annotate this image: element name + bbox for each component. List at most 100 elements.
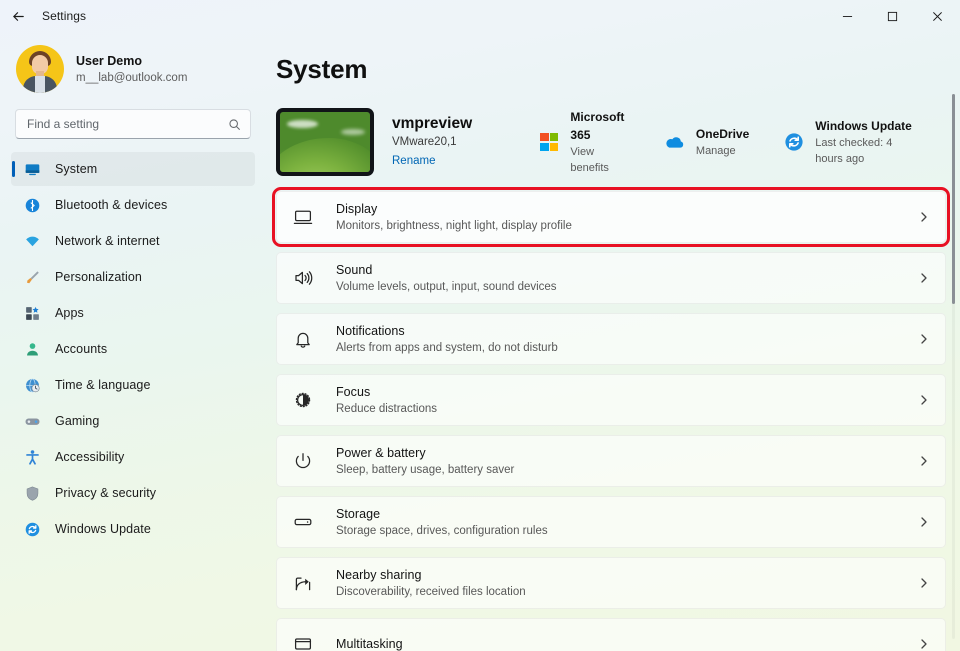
multitasking-icon xyxy=(290,631,316,651)
sidebar-item-apps[interactable]: Apps xyxy=(11,296,255,330)
card-subtitle: Alerts from apps and system, do not dist… xyxy=(336,341,558,354)
quick-link-subtitle: Last checked: 4 hours ago xyxy=(815,137,893,165)
sidebar-item-system[interactable]: System xyxy=(11,152,255,186)
app-title: Settings xyxy=(42,9,87,23)
avatar xyxy=(16,45,64,93)
sidebar-item-label: Time & language xyxy=(55,378,151,392)
settings-card-notifications[interactable]: Notifications Alerts from apps and system… xyxy=(276,313,946,365)
sidebar-item-label: Gaming xyxy=(55,414,100,428)
card-subtitle: Sleep, battery usage, battery saver xyxy=(336,463,515,476)
account-name: User Demo xyxy=(76,53,142,68)
sidebar-item-label: Privacy & security xyxy=(55,486,157,500)
chevron-right-icon xyxy=(918,638,930,650)
quick-link-onedrive[interactable]: OneDrive Manage xyxy=(658,121,755,163)
settings-card-storage[interactable]: Storage Storage space, drives, configurat… xyxy=(276,496,946,548)
card-title: Notifications xyxy=(336,323,405,338)
sidebar-item-gaming[interactable]: Gaming xyxy=(11,404,255,438)
card-title: Multitasking xyxy=(336,636,403,651)
card-subtitle: Volume levels, output, input, sound devi… xyxy=(336,280,557,293)
search-input[interactable] xyxy=(27,117,228,131)
quick-link-subtitle: View benefits xyxy=(570,146,609,174)
scrollbar-track[interactable] xyxy=(952,94,955,639)
account-tile[interactable]: User Demo m__lab@outlook.com xyxy=(11,32,255,109)
sidebar-item-windows-update[interactable]: Windows Update xyxy=(11,512,255,546)
quick-link-microsoft-365[interactable]: Microsoft 365 View benefits xyxy=(532,104,636,180)
apps-grid-icon xyxy=(23,304,41,322)
quick-link-windows-update[interactable]: Windows Update Last checked: 4 hours ago xyxy=(777,113,924,171)
device-thumbnail xyxy=(276,108,374,176)
sidebar-item-bluetooth-devices[interactable]: Bluetooth & devices xyxy=(11,188,255,222)
sidebar-item-label: Accessibility xyxy=(55,450,125,464)
search-box[interactable] xyxy=(15,109,251,139)
chevron-right-icon xyxy=(918,211,930,223)
chevron-right-icon xyxy=(918,577,930,589)
rename-link[interactable]: Rename xyxy=(392,153,435,170)
card-title: Display xyxy=(336,201,378,216)
settings-card-focus[interactable]: Focus Reduce distractions xyxy=(276,374,946,426)
sidebar-item-accounts[interactable]: Accounts xyxy=(11,332,255,366)
title-bar: Settings xyxy=(0,0,960,32)
search-icon xyxy=(229,118,240,130)
sidebar-item-label: System xyxy=(55,162,98,176)
account-email: m__lab@outlook.com xyxy=(76,71,188,84)
close-button[interactable] xyxy=(915,0,960,32)
device-model: VMware20,1 xyxy=(392,136,457,148)
device-summary: vmpreview VMware20,1 Rename Microsoft 36… xyxy=(276,107,946,177)
sidebar-item-label: Bluetooth & devices xyxy=(55,198,168,212)
monitor-icon xyxy=(290,204,316,230)
card-subtitle: Reduce distractions xyxy=(336,402,437,415)
sidebar-item-personalization[interactable]: Personalization xyxy=(11,260,255,294)
settings-card-multitasking[interactable]: Multitasking xyxy=(276,618,946,651)
sidebar-nav: System Bluetooth & devices Network & inter… xyxy=(11,152,255,546)
accessibility-icon xyxy=(23,448,41,466)
windows-update-icon xyxy=(783,131,805,153)
minimize-icon xyxy=(842,15,853,17)
quick-links: Microsoft 365 View benefits OneDrive Manage… xyxy=(532,104,946,180)
chevron-right-icon xyxy=(918,333,930,345)
settings-card-power-battery[interactable]: Power & battery Sleep, battery usage, bat… xyxy=(276,435,946,487)
system-monitor-icon xyxy=(23,160,41,178)
device-name: vmpreview xyxy=(392,115,473,132)
quick-link-subtitle: Manage xyxy=(695,145,736,157)
settings-card-list: Display Monitors, brightness, night light… xyxy=(272,187,950,651)
shield-icon xyxy=(23,484,41,502)
back-button[interactable] xyxy=(0,0,36,32)
bliss-wallpaper-thumbnail xyxy=(280,112,370,172)
sidebar-item-label: Apps xyxy=(55,306,84,320)
settings-card-display[interactable]: Display Monitors, brightness, night light… xyxy=(272,187,950,247)
settings-card-sound[interactable]: Sound Volume levels, output, input, sound… xyxy=(276,252,946,304)
settings-card-nearby-sharing[interactable]: Nearby sharing Discoverability, received … xyxy=(276,557,946,609)
card-title: Sound xyxy=(336,262,373,277)
windows-update-icon xyxy=(23,520,41,538)
minimize-button[interactable] xyxy=(825,0,870,32)
card-title: Power & battery xyxy=(336,445,426,460)
sidebar-item-accessibility[interactable]: Accessibility xyxy=(11,440,255,474)
share-icon xyxy=(290,570,316,596)
card-subtitle: Discoverability, received files location xyxy=(336,585,526,598)
close-icon xyxy=(933,11,942,21)
sidebar-item-label: Network & internet xyxy=(55,234,160,248)
sidebar-item-network-internet[interactable]: Network & internet xyxy=(11,224,255,258)
scrollbar-thumb[interactable] xyxy=(952,94,955,304)
sidebar-item-label: Windows Update xyxy=(55,522,151,536)
maximize-button[interactable] xyxy=(870,0,915,32)
sidebar-item-privacy-security[interactable]: Privacy & security xyxy=(11,476,255,510)
page-title: System xyxy=(276,54,368,84)
sidebar-item-label: Personalization xyxy=(55,270,142,284)
card-title: Storage xyxy=(336,506,381,521)
bell-icon xyxy=(290,326,316,352)
card-title: Nearby sharing xyxy=(336,567,422,582)
chevron-right-icon xyxy=(918,455,930,467)
quick-link-title: OneDrive xyxy=(695,127,750,141)
chevron-right-icon xyxy=(918,516,930,528)
quick-link-title: Microsoft 365 xyxy=(570,110,625,142)
sidebar: User Demo m__lab@outlook.com System Bluet… xyxy=(0,32,266,651)
card-subtitle: Monitors, brightness, night light, displ… xyxy=(336,219,572,232)
focus-icon xyxy=(290,387,316,413)
sidebar-item-time-language[interactable]: Time & language xyxy=(11,368,255,402)
clock-globe-icon xyxy=(23,376,41,394)
maximize-icon xyxy=(887,11,898,21)
chevron-right-icon xyxy=(918,272,930,284)
window-controls xyxy=(825,0,960,32)
bluetooth-icon xyxy=(23,196,41,214)
